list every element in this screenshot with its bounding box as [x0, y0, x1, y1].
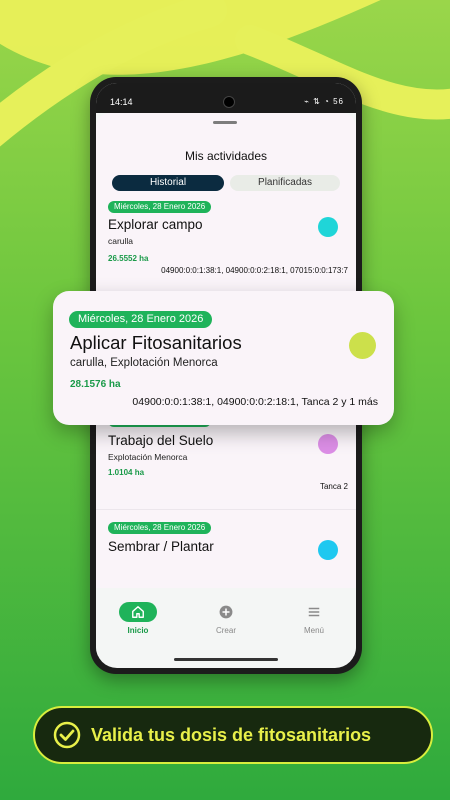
check-circle-icon — [53, 721, 81, 749]
status-time: 14:14 — [110, 97, 133, 107]
tab-planificadas[interactable]: Planificadas — [230, 175, 340, 191]
promo-banner: Valida tus dosis de fitosanitarios — [33, 706, 433, 764]
activity-subtitle: carulla — [108, 236, 134, 246]
activity-color-dot — [318, 434, 338, 454]
activity-plots: Tanca 2 — [319, 482, 348, 491]
banner-text: Valida tus dosis de fitosanitarios — [91, 725, 372, 745]
activity-title: Trabajo del Suelo — [108, 433, 214, 448]
activity-area: 1.0104 ha — [108, 468, 145, 477]
activity-color-dot — [318, 540, 338, 560]
activity-card[interactable]: Miércoles, 28 Enero 2026 Sembrar / Plant… — [96, 509, 356, 589]
activity-plots: 04900:0:0:1:38:1, 04900:0:0:2:18:1, 0701… — [161, 266, 348, 275]
activity-color-dot — [349, 332, 376, 359]
highlighted-activity-card[interactable]: Miércoles, 28 Enero 2026 Aplicar Fitosan… — [53, 291, 394, 425]
activity-title: Sembrar / Plantar — [108, 539, 214, 554]
date-badge: Miércoles, 28 Enero 2026 — [108, 522, 212, 534]
activity-area: 26.5552 ha — [108, 254, 149, 263]
add-icon — [207, 602, 245, 622]
nav-crear[interactable]: Crear — [196, 602, 256, 635]
activity-subtitle: carulla, Explotación Menorca — [70, 357, 218, 369]
activity-color-dot — [318, 217, 338, 237]
activity-subtitle: Explotación Menorca — [108, 452, 188, 462]
date-badge: Miércoles, 28 Enero 2026 — [69, 311, 213, 328]
nav-inicio[interactable]: Inicio — [108, 602, 168, 635]
tab-historial[interactable]: Historial — [112, 175, 224, 191]
status-icons: ⌁ ⇅ ◔ 56 — [304, 97, 344, 106]
home-icon — [119, 602, 157, 622]
activity-card[interactable]: Miércoles, 28 Enero 2026 Explorar campo … — [96, 199, 356, 291]
camera-icon — [223, 96, 235, 108]
activity-title: Aplicar Fitosanitarios — [70, 332, 242, 353]
activity-title: Explorar campo — [108, 217, 203, 232]
status-bar: 14:14 ⌁ ⇅ ◔ 56 — [96, 83, 356, 113]
nav-label: Crear — [215, 626, 236, 635]
nav-label: Menú — [303, 626, 324, 635]
page-title: Mis actividades — [184, 149, 268, 163]
home-indicator — [174, 658, 278, 661]
bottom-nav: Inicio Crear Menú — [96, 588, 356, 656]
date-badge: Miércoles, 28 Enero 2026 — [108, 201, 212, 213]
activity-area: 28.1576 ha — [70, 379, 121, 390]
activity-plots: 04900:0:0:1:38:1, 04900:0:0:2:18:1, Tanc… — [132, 396, 378, 408]
nav-label: Inicio — [127, 626, 149, 635]
drag-handle[interactable] — [213, 121, 237, 124]
nav-menu[interactable]: Menú — [284, 602, 344, 635]
menu-icon — [295, 602, 333, 622]
